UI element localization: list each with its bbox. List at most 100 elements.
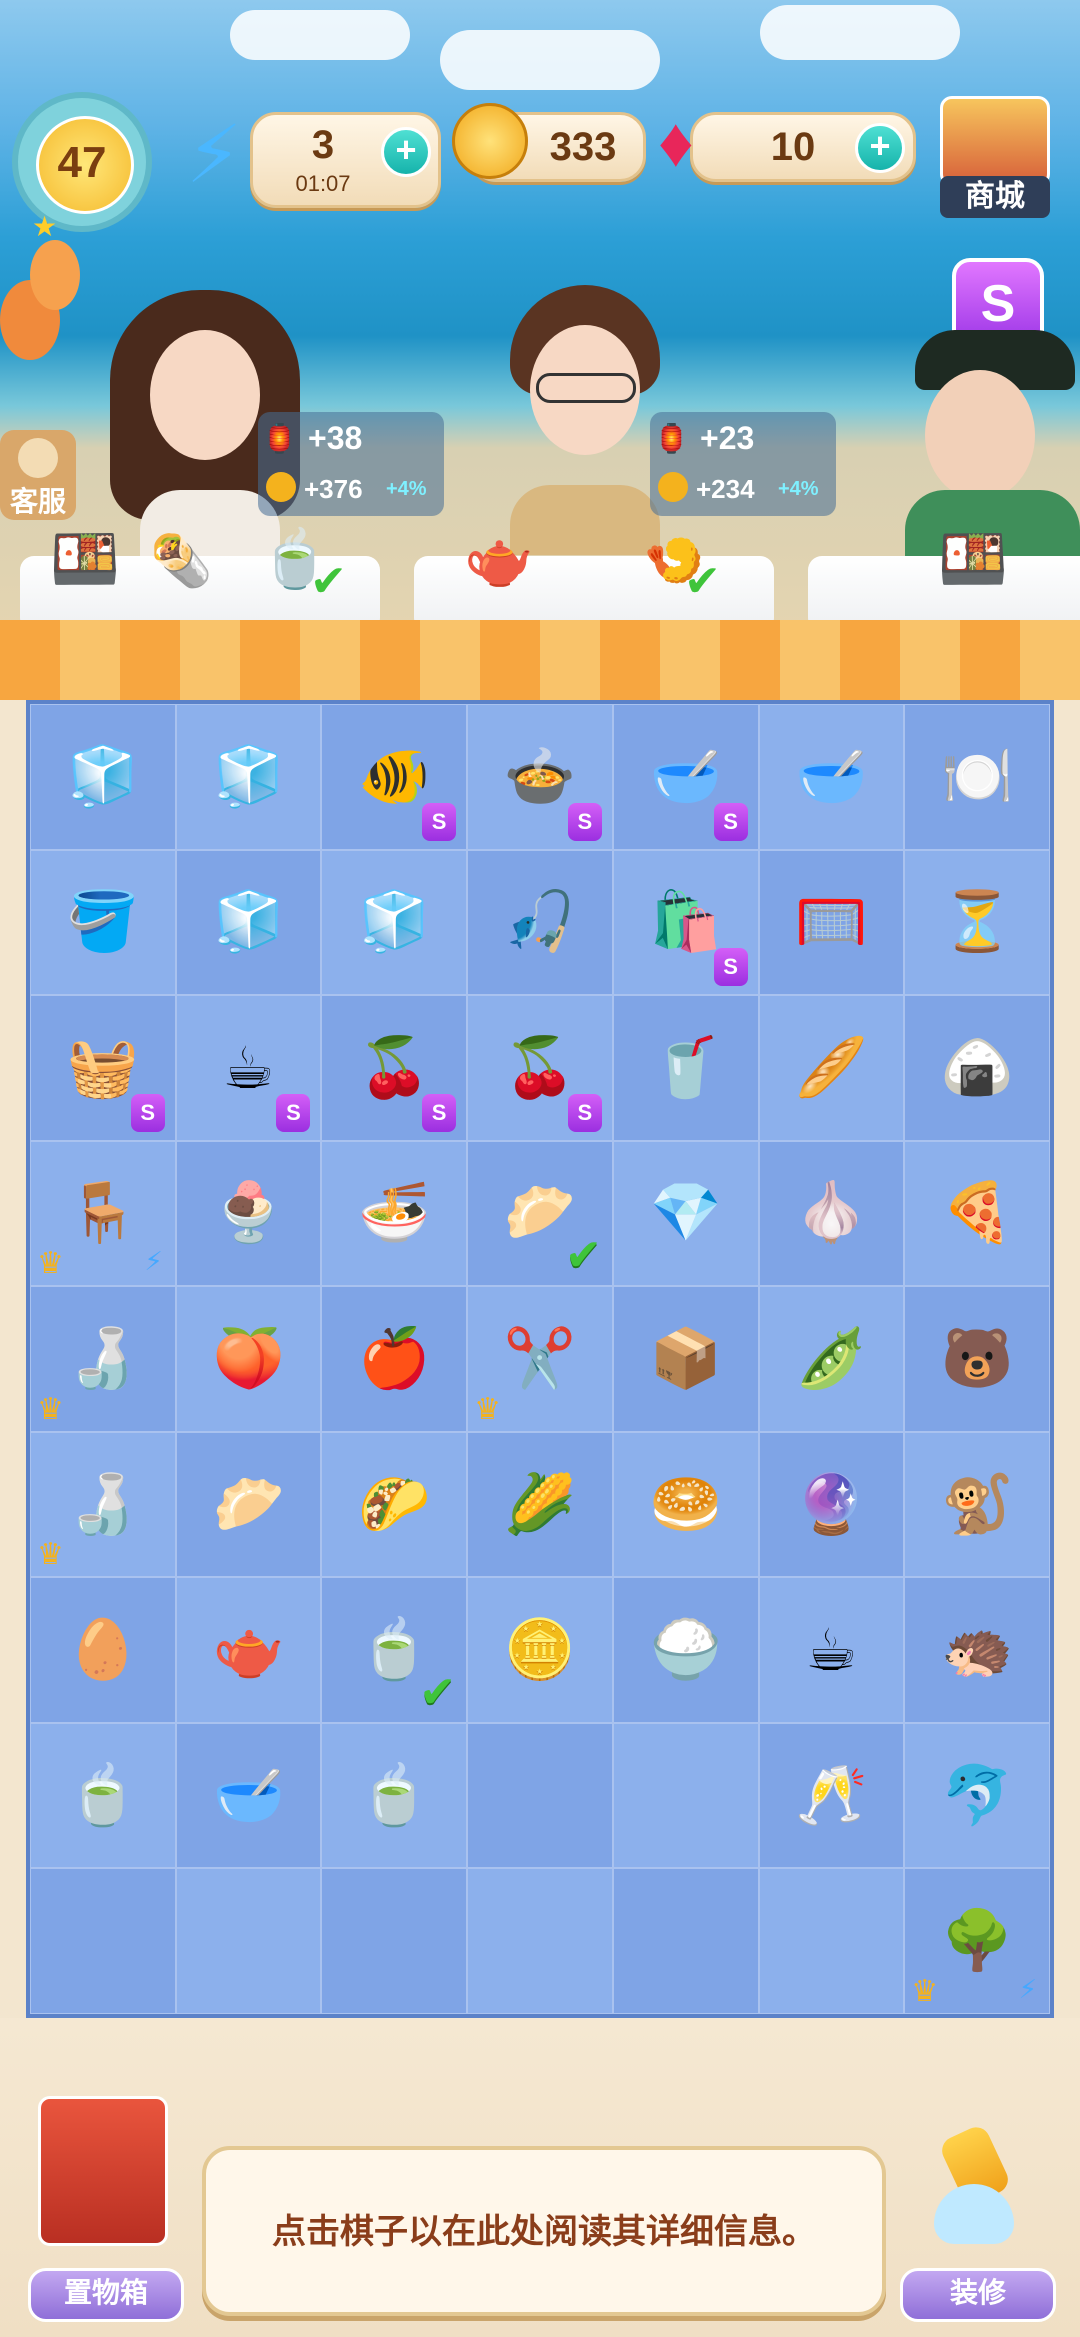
merge-item-icon[interactable]: 🍨 [197, 1161, 301, 1265]
board-cell-r8-c0[interactable] [30, 1868, 176, 2014]
board-cell-r3-c6[interactable]: 🍕 [904, 1140, 1050, 1287]
merge-item-icon[interactable]: 📦 [634, 1307, 738, 1411]
board-cell-r7-c0[interactable]: 🍵 [30, 1722, 176, 1869]
board-cell-r7-c2[interactable]: 🍵 [321, 1722, 468, 1869]
merge-item-icon[interactable]: 🥂 [779, 1744, 883, 1848]
board-cell-r1-c1[interactable]: 🧊 [175, 849, 322, 996]
board-cell-r8-c3[interactable] [467, 1868, 613, 2014]
merge-item-icon[interactable]: 🍵 [342, 1744, 446, 1848]
board-cell-r4-c0[interactable]: 🍶 ♛ [30, 1286, 176, 1432]
merge-item-icon[interactable]: 🍽️ [925, 725, 1029, 829]
merge-item-icon[interactable]: 🐒 [925, 1453, 1029, 1557]
board-cell-r1-c2[interactable]: 🧊 [321, 849, 468, 996]
merge-item-icon[interactable]: 🎣 [488, 870, 592, 974]
board-cell-r7-c3[interactable] [467, 1722, 613, 1869]
board-cell-r1-c3[interactable]: 🎣 [467, 849, 613, 996]
merge-item-icon[interactable]: 🥟 [197, 1453, 301, 1557]
board-cell-r0-c5[interactable]: 🥣 [758, 704, 905, 850]
merge-item-icon[interactable]: 🥅 [779, 870, 883, 974]
board-cell-r7-c4[interactable] [612, 1722, 759, 1869]
merge-item-icon[interactable]: 🍕 [925, 1161, 1029, 1265]
merge-item-icon[interactable]: 🐬 [925, 1744, 1029, 1848]
merge-item-icon[interactable]: 🥖 [779, 1016, 883, 1120]
merge-item-icon[interactable]: 🪣 [51, 870, 155, 974]
merge-item-icon[interactable]: 🐻 [925, 1307, 1029, 1411]
board-cell-r2-c5[interactable]: 🥖 [758, 995, 905, 1141]
board-cell-r2-c6[interactable]: 🍙 [904, 995, 1050, 1141]
board-cell-r3-c5[interactable]: 🧄 [758, 1140, 905, 1287]
board-cell-r4-c2[interactable]: 🍎 [321, 1286, 468, 1432]
merge-item-icon[interactable]: 🫖 [197, 1598, 301, 1702]
merge-item-icon[interactable]: 🦔 [925, 1598, 1029, 1702]
board-cell-r8-c6[interactable]: 🌳 ♛ ⚡ [904, 1868, 1050, 2014]
board-cell-r8-c2[interactable] [321, 1868, 468, 2014]
board-cell-r1-c6[interactable]: ⏳ [904, 849, 1050, 996]
merge-item-icon[interactable]: 🧊 [197, 870, 301, 974]
customer-service-button[interactable]: 客服 [0, 430, 76, 520]
board-cell-r6-c1[interactable]: 🫖 [175, 1577, 322, 1723]
board-cell-r1-c0[interactable]: 🪣 [30, 849, 176, 996]
merge-item-icon[interactable]: 🥯 [634, 1453, 738, 1557]
board-cell-r4-c1[interactable]: 🍑 [175, 1286, 322, 1432]
board-cell-r0-c2[interactable]: 🐠 S [321, 704, 468, 850]
board-cell-r4-c6[interactable]: 🐻 [904, 1286, 1050, 1432]
board-cell-r8-c1[interactable] [175, 1868, 322, 2014]
board-cell-r6-c2[interactable]: 🍵 ✔ [321, 1577, 468, 1723]
merge-item-icon[interactable]: 🍙 [925, 1016, 1029, 1120]
board-cell-r7-c1[interactable]: 🥣 [175, 1722, 322, 1869]
merge-item-icon[interactable]: 🍶 [51, 1307, 155, 1411]
merge-item-icon[interactable]: 🍶 [51, 1453, 155, 1557]
board-cell-r5-c4[interactable]: 🥯 [612, 1431, 759, 1578]
board-cell-r6-c6[interactable]: 🦔 [904, 1577, 1050, 1723]
board-cell-r3-c4[interactable]: 💎 [612, 1140, 759, 1287]
add-energy-button[interactable]: + [381, 127, 431, 177]
board-cell-r2-c4[interactable]: 🥤 [612, 995, 759, 1141]
board-cell-r2-c2[interactable]: 🍒 S [321, 995, 468, 1141]
merge-item-icon[interactable]: 🥚 [51, 1598, 155, 1702]
energy-counter[interactable]: 3 01:07 + [250, 112, 441, 208]
merge-item-icon[interactable]: 🧄 [779, 1161, 883, 1265]
board-cell-r1-c5[interactable]: 🥅 [758, 849, 905, 996]
merge-item-icon[interactable]: 🍎 [342, 1307, 446, 1411]
board-cell-r5-c3[interactable]: 🌽 [467, 1431, 613, 1578]
board-cell-r7-c5[interactable]: 🥂 [758, 1722, 905, 1869]
merge-item-icon[interactable]: 🧊 [342, 870, 446, 974]
decorate-button[interactable]: 装修 [900, 2268, 1056, 2322]
board-cell-r4-c4[interactable]: 📦 [612, 1286, 759, 1432]
board-cell-r6-c0[interactable]: 🥚 [30, 1577, 176, 1723]
board-cell-r5-c2[interactable]: 🌮 [321, 1431, 468, 1578]
merge-item-icon[interactable]: 🍚 [634, 1598, 738, 1702]
board-cell-r4-c3[interactable]: ✂️ ♛ [467, 1286, 613, 1432]
add-gems-button[interactable]: + [855, 123, 905, 173]
board-cell-r7-c6[interactable]: 🐬 [904, 1722, 1050, 1869]
board-cell-r0-c6[interactable]: 🍽️ [904, 704, 1050, 850]
merge-item-icon[interactable]: 🥣 [779, 725, 883, 829]
level-badge[interactable]: 47 ★ [12, 92, 152, 242]
board-cell-r3-c1[interactable]: 🍨 [175, 1140, 322, 1287]
merge-item-icon[interactable]: 🥣 [197, 1744, 301, 1848]
merge-item-icon[interactable]: 🪙 [488, 1598, 592, 1702]
board-cell-r1-c4[interactable]: 🛍️ S [612, 849, 759, 996]
board-cell-r6-c5[interactable]: ☕ [758, 1577, 905, 1723]
merge-item-icon[interactable]: ✂️ [488, 1307, 592, 1411]
gem-counter[interactable]: 10 + [690, 112, 916, 182]
storage-box-icon[interactable] [38, 2096, 168, 2246]
board-cell-r2-c1[interactable]: ☕ S [175, 995, 322, 1141]
merge-item-icon[interactable]: ☕ [779, 1598, 883, 1702]
merge-item-icon[interactable]: 🥤 [634, 1016, 738, 1120]
board-cell-r0-c3[interactable]: 🍲 S [467, 704, 613, 850]
board-cell-r0-c4[interactable]: 🥣 S [612, 704, 759, 850]
merge-item-icon[interactable]: 🍑 [197, 1307, 301, 1411]
shop-button-label[interactable]: 商城 [940, 176, 1050, 218]
customer-2-portrait[interactable] [500, 285, 670, 555]
merge-item-icon[interactable]: 🫛 [779, 1307, 883, 1411]
board-cell-r5-c6[interactable]: 🐒 [904, 1431, 1050, 1578]
board-cell-r0-c1[interactable]: 🧊 [175, 704, 322, 850]
merge-item-icon[interactable]: ⏳ [925, 870, 1029, 974]
board-cell-r5-c0[interactable]: 🍶 ♛ [30, 1431, 176, 1578]
board-cell-r8-c5[interactable] [758, 1868, 905, 2014]
board-cell-r5-c5[interactable]: 🔮 [758, 1431, 905, 1578]
board-cell-r3-c0[interactable]: 🪑 ♛ ⚡ [30, 1140, 176, 1287]
merge-item-icon[interactable]: 🌽 [488, 1453, 592, 1557]
board-cell-r2-c0[interactable]: 🧺 S [30, 995, 176, 1141]
